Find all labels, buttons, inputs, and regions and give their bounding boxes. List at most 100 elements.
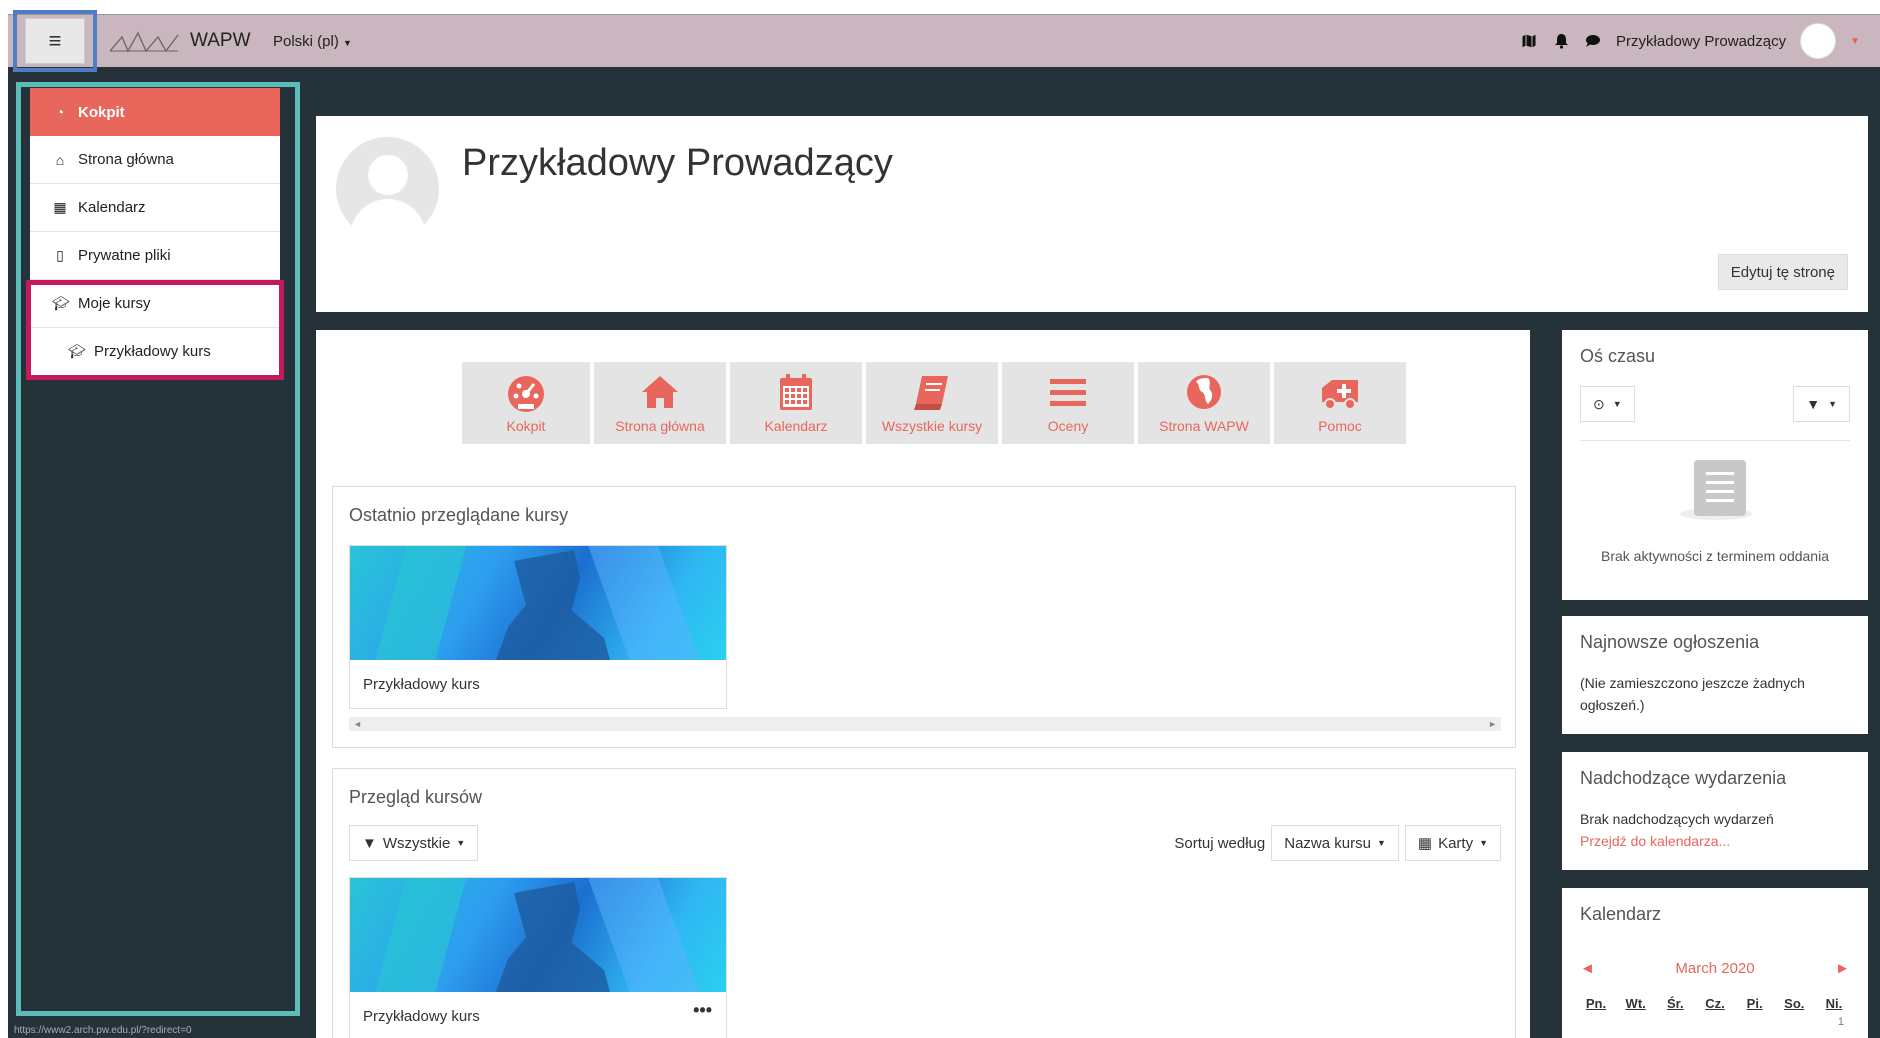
sidebar-item-home[interactable]: ⌂ Strona główna <box>30 136 280 184</box>
course-name-label[interactable]: Przykładowy kurs <box>363 1008 480 1025</box>
status-bar-url: https://www2.arch.pw.edu.pl/?redirect=0 <box>8 1024 248 1038</box>
chevron-down-icon[interactable]: ▼ <box>1850 36 1860 47</box>
chat-icon[interactable] <box>1584 32 1602 50</box>
tile-label: Strona WAPW <box>1159 418 1249 434</box>
chevron-down-icon: ▼ <box>1376 838 1386 848</box>
tile-label: Kokpit <box>506 418 546 434</box>
chevron-down-icon: ▼ <box>1612 399 1622 409</box>
user-name[interactable]: Przykładowy Prowadzący <box>1616 33 1786 50</box>
brand-name[interactable]: WAPW <box>190 30 251 52</box>
tile-label: Strona główna <box>615 418 705 434</box>
top-navbar: ≡ WAPW Polski (pl) ▼ Przykładowy Prowadz… <box>8 10 1880 72</box>
sidebar-item-label: Kokpit <box>78 103 125 121</box>
calendar-block: Kalendarz ◄ March 2020 ► Pn. Wt. Śr. Cz.… <box>1562 888 1868 1038</box>
sidebar-item-private-files[interactable]: ▯ Prywatne pliki <box>30 232 280 280</box>
dashboard-icon <box>508 376 544 412</box>
course-name[interactable]: Przykładowy kurs <box>350 660 726 708</box>
tile-calendar[interactable]: Kalendarz <box>730 362 862 444</box>
block-title: Najnowsze ogłoszenia <box>1580 632 1760 652</box>
upcoming-events-block: Nadchodzące wydarzenia Brak nadchodzącyc… <box>1562 752 1868 870</box>
tile-grades[interactable]: Oceny <box>1002 362 1134 444</box>
course-overview-block: Przegląd kursów ▼ Wszystkie ▼ Sortuj wed… <box>332 768 1516 1038</box>
sort-prefix: Sortuj według <box>1174 834 1266 852</box>
book-icon <box>914 376 948 410</box>
tile-label: Oceny <box>1047 418 1089 434</box>
chevron-down-icon: ▼ <box>456 838 466 848</box>
upcoming-text: Brak nadchodzących wydarzeń <box>1580 811 1774 827</box>
weekday: So. <box>1784 996 1805 1011</box>
tile-wapw-site[interactable]: Strona WAPW <box>1138 362 1270 444</box>
horizontal-scrollbar[interactable]: ◄ ► <box>349 717 1501 731</box>
divider <box>1580 440 1850 441</box>
weekday: Pi. <box>1746 996 1763 1011</box>
tile-all-courses[interactable]: Wszystkie kursy <box>866 362 998 444</box>
user-nav: Przykładowy Prowadzący ▼ <box>1520 23 1860 59</box>
menu-toggle-button[interactable]: ≡ <box>25 18 85 64</box>
go-to-calendar-link[interactable]: Przejdź do kalendarza... <box>1580 830 1730 852</box>
map-icon[interactable] <box>1520 32 1538 50</box>
sidebar-item-label: Prywatne pliki <box>78 247 171 264</box>
sidebar-item-calendar[interactable]: ▦ Kalendarz <box>30 184 280 232</box>
wapw-logo-icon[interactable] <box>108 27 180 57</box>
home-icon: ⌂ <box>55 151 65 168</box>
menu-button-highlight: ≡ <box>13 10 97 72</box>
view-dropdown[interactable]: ▦ Karty ▼ <box>1404 825 1501 861</box>
page-title: Przykładowy Prowadzący <box>462 142 893 184</box>
sidebar-item-label: Kalendarz <box>78 199 146 216</box>
ambulance-icon <box>1322 380 1358 410</box>
block-title: Przegląd kursów <box>349 787 483 807</box>
timeline-day-filter[interactable]: ⊙ ▼ <box>1580 386 1635 422</box>
avatar-body <box>350 199 426 240</box>
my-courses-highlight <box>26 280 284 380</box>
main-content: Kokpit Strona główna Kalendarz Wszystkie… <box>316 330 1530 1038</box>
news-text: (Nie zamieszczono jeszcze żadnych ogłosz… <box>1580 675 1805 713</box>
dashboard-icon: ◔ <box>55 104 65 120</box>
timeline-sort-filter[interactable]: ▼ ▼ <box>1793 386 1850 422</box>
globe-icon <box>1187 375 1221 409</box>
recent-courses-block: Ostatnio przeglądane kursy Przykładowy k… <box>332 486 1516 748</box>
block-title: Nadchodzące wydarzenia <box>1580 768 1787 788</box>
sort-dropdown[interactable]: Nazwa kursu ▼ <box>1271 825 1399 861</box>
avatar-head <box>368 155 408 195</box>
tile-kokpit[interactable]: Kokpit <box>462 362 590 444</box>
calendar-weekdays: Pn. Wt. Śr. Cz. Pi. So. Ni. <box>1580 996 1850 1011</box>
bell-icon[interactable] <box>1552 32 1570 50</box>
empty-message: Brak aktywności z terminem oddania <box>1601 548 1829 564</box>
chevron-down-icon: ▼ <box>1828 399 1837 409</box>
weekday: Ni. <box>1825 996 1843 1011</box>
tile-home[interactable]: Strona główna <box>594 362 726 444</box>
sidebar-item-label: Strona główna <box>78 151 174 168</box>
language-label: Polski (pl) <box>273 33 339 50</box>
edit-page-button[interactable]: Edytuj tę stronę <box>1717 254 1848 290</box>
calendar-icon <box>780 374 812 410</box>
course-card[interactable]: Przykładowy kurs <box>349 545 727 709</box>
weekday: Śr. <box>1667 996 1684 1011</box>
course-image[interactable] <box>350 878 726 992</box>
course-image[interactable] <box>350 546 726 660</box>
block-title: Kalendarz <box>1580 904 1662 924</box>
course-card[interactable]: Przykładowy kurs ••• <box>349 877 727 1038</box>
course-filter-dropdown[interactable]: ▼ Wszystkie ▼ <box>349 825 479 861</box>
filter-label: Wszystkie <box>382 834 451 852</box>
filter-icon: ▼ <box>362 834 377 852</box>
tile-label: Pomoc <box>1318 418 1362 434</box>
chevron-down-icon: ▼ <box>1479 838 1488 848</box>
previous-month-icon[interactable]: ◄ <box>1580 960 1595 977</box>
view-value: Karty <box>1438 834 1474 852</box>
language-menu[interactable]: Polski (pl) ▼ <box>273 33 352 50</box>
weekday: Wt. <box>1625 996 1646 1011</box>
empty-list-icon <box>1694 460 1746 516</box>
scroll-right-icon[interactable]: ► <box>1488 719 1497 729</box>
grid-icon: ▦ <box>1417 835 1433 852</box>
calendar-day[interactable]: 1 <box>1838 1016 1844 1028</box>
user-avatar[interactable] <box>1800 23 1837 59</box>
scroll-left-icon[interactable]: ◄ <box>353 719 362 729</box>
tile-help[interactable]: Pomoc <box>1274 362 1406 444</box>
more-options-icon[interactable]: ••• <box>693 1000 712 1021</box>
sort-value: Nazwa kursu <box>1284 834 1371 852</box>
tile-label: Kalendarz <box>764 418 828 434</box>
weekday: Cz. <box>1705 996 1725 1011</box>
next-month-icon[interactable]: ► <box>1835 960 1850 977</box>
calendar-icon: ▦ <box>53 199 67 215</box>
sidebar-item-kokpit[interactable]: ◔ Kokpit <box>30 88 280 136</box>
